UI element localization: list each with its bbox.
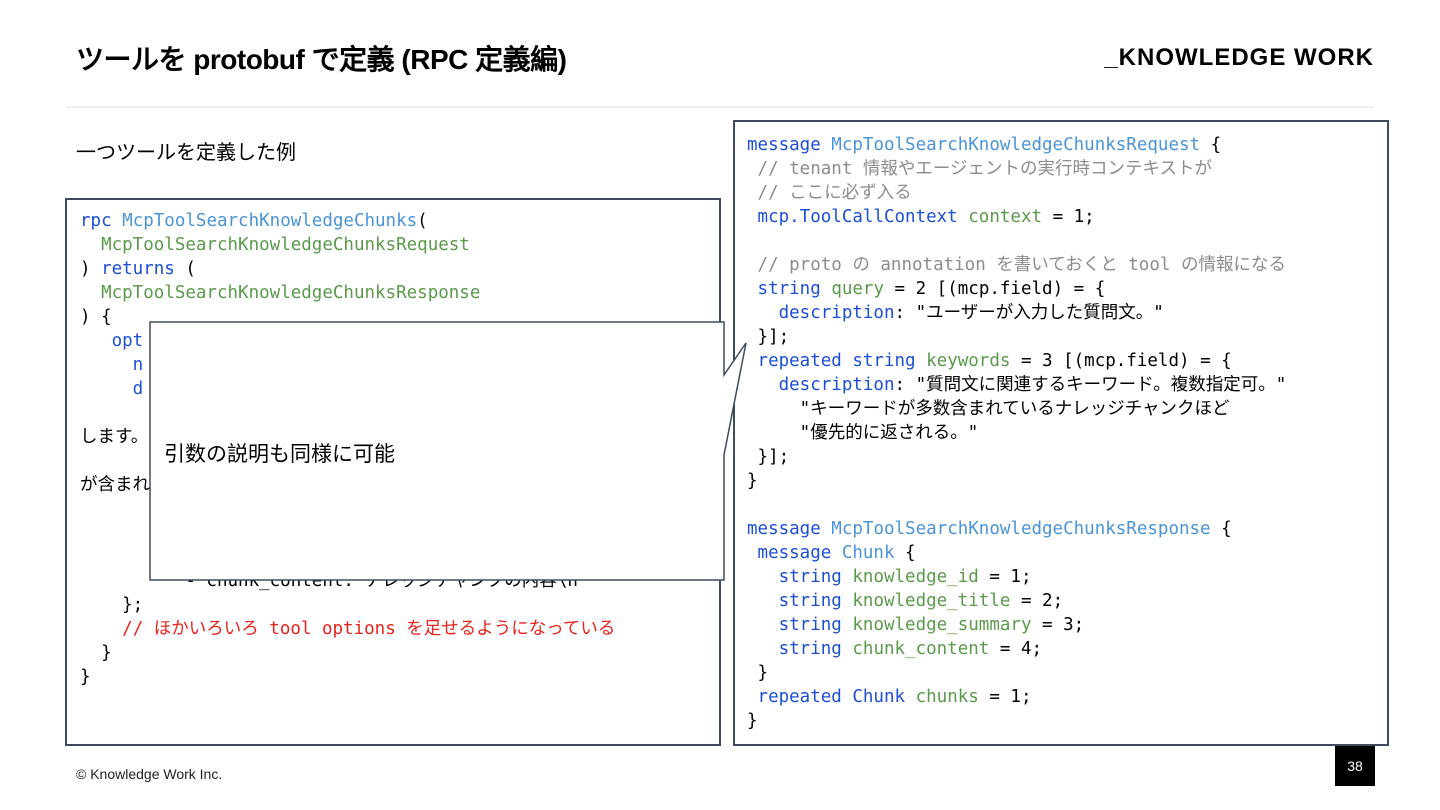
- code-line: }];: [747, 327, 790, 347]
- code-field: chunks: [915, 687, 979, 707]
- code-keyword: message: [747, 519, 832, 539]
- code-keyword: rpc: [80, 211, 123, 231]
- code-type: repeated Chunk: [747, 687, 906, 707]
- code-field: keywords: [926, 351, 1011, 371]
- code-keyword: message: [747, 135, 832, 155]
- code-type: mcp.ToolCallContext: [747, 207, 958, 227]
- code-token: (: [174, 259, 196, 279]
- code-token: (: [417, 211, 428, 231]
- code-line: }: [80, 667, 91, 687]
- code-token: {: [894, 543, 916, 563]
- code-line: " - chunk_content: ナレッジチャンクの内容\n": [80, 571, 589, 591]
- code-line: }: [747, 471, 758, 491]
- code-line: d: [80, 379, 144, 399]
- code-message-name: Chunk: [841, 543, 895, 563]
- rpc-code-block: rpc McpToolSearchKnowledgeChunks( McpToo…: [65, 198, 721, 746]
- speech-bubble-text: 引数の説明も同様に可能: [164, 442, 395, 466]
- code-field: context: [968, 207, 1043, 227]
- code-line: };: [80, 595, 144, 615]
- brand-logo: _KNOWLEDGE WORK: [1104, 44, 1374, 71]
- code-line: }: [747, 663, 769, 683]
- code-token: {: [1200, 135, 1222, 155]
- code-line: opt: [80, 331, 144, 351]
- code-message-name: McpToolSearchKnowledgeChunksRequest: [831, 135, 1201, 155]
- code-token: = 1;: [978, 567, 1032, 587]
- code-token: = 3;: [1031, 615, 1085, 635]
- code-field: knowledge_summary: [852, 615, 1032, 635]
- code-keyword: returns: [101, 259, 175, 279]
- code-line: - knowledge_summary: ナレッジの内容の要約\n: [80, 547, 603, 567]
- header-divider: [66, 106, 1374, 108]
- section-subtitle: 一つツールを定義した例: [76, 140, 296, 164]
- code-comment: // tenant 情報やエージェントの実行時コンテキストが: [747, 159, 1213, 179]
- code-line: します。: [80, 427, 149, 447]
- code-line: "優先的に返される。": [747, 423, 979, 443]
- code-option-key: description: [778, 375, 895, 395]
- code-keyword: message: [747, 543, 842, 563]
- code-token: : "質問文に関連するキーワード。複数指定可。": [894, 375, 1287, 395]
- code-field: knowledge_id: [852, 567, 979, 587]
- code-line: }: [747, 711, 758, 731]
- code-type: string: [747, 591, 842, 611]
- code-highlight-comment: // ほかいろいろ tool options を足せるようになっている: [122, 619, 616, 639]
- code-field: knowledge_title: [852, 591, 1011, 611]
- code-field: chunk_content: [852, 639, 990, 659]
- code-type: repeated string: [747, 351, 916, 371]
- code-token: {: [1210, 519, 1232, 539]
- code-line: }];: [747, 447, 790, 467]
- code-line: }: [80, 643, 112, 663]
- code-token: = 2;: [1010, 591, 1064, 611]
- code-comment: // proto の annotation を書いておくと tool の情報にな…: [747, 255, 1286, 275]
- code-response-type: McpToolSearchKnowledgeChunksResponse: [101, 283, 481, 303]
- code-token: = 1;: [1042, 207, 1095, 227]
- message-code-block: message McpToolSearchKnowledgeChunksRequ…: [733, 120, 1389, 746]
- copyright-footer: © Knowledge Work Inc.: [76, 766, 223, 782]
- code-type: string: [747, 279, 821, 299]
- page-title: ツールを protobuf で定義 (RPC 定義編): [76, 44, 567, 75]
- code-request-type: McpToolSearchKnowledgeChunksRequest: [101, 235, 470, 255]
- code-line: "キーワードが多数含まれているナレッジチャンクほど: [747, 399, 1230, 419]
- page-number-badge: 38: [1335, 746, 1375, 786]
- code-rpc-name: McpToolSearchKnowledgeChunks: [122, 211, 418, 231]
- code-comment: // ここに必ず入る: [747, 183, 912, 203]
- code-type: string: [747, 567, 842, 587]
- code-token: ): [80, 259, 102, 279]
- code-line: ) {: [80, 307, 112, 327]
- code-field: query: [831, 279, 884, 299]
- code-line: n: [80, 355, 144, 375]
- message-code: message McpToolSearchKnowledgeChunksRequ…: [747, 133, 1286, 733]
- code-token: : "ユーザーが入力した質問文。": [894, 303, 1164, 323]
- code-message-name: McpToolSearchKnowledgeChunksResponse: [831, 519, 1211, 539]
- code-type: string: [747, 615, 842, 635]
- code-token: = 2 [(mcp.field) = {: [884, 279, 1106, 299]
- code-type: string: [747, 639, 842, 659]
- code-line: が含まれ: [80, 475, 150, 495]
- code-token: = 1;: [978, 687, 1032, 707]
- code-token: = 3 [(mcp.field) = {: [1010, 351, 1232, 371]
- code-token: = 4;: [989, 639, 1043, 659]
- page-number: 38: [1347, 758, 1363, 774]
- code-option-key: description: [778, 303, 895, 323]
